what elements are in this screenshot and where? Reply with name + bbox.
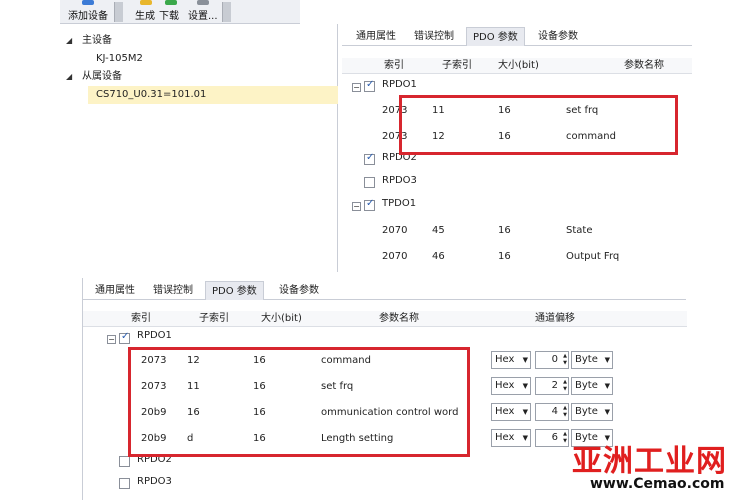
type-select[interactable]: Hex ▼ (491, 377, 531, 395)
spin-arrows-icon[interactable]: ▲ ▼ (563, 431, 567, 445)
expand-triangle-icon[interactable]: ◢ (66, 32, 76, 50)
add-device-icon (82, 0, 94, 5)
tree-node-master-child[interactable]: KJ-105M2 (96, 50, 143, 68)
chevron-down-icon: ▼ (522, 434, 528, 442)
chevron-down-icon: ▼ (604, 408, 610, 416)
gear-icon (197, 0, 209, 5)
row-size: 16 (498, 251, 511, 262)
row-name: State (566, 225, 593, 236)
spin-arrows-icon[interactable]: ▲ ▼ (563, 353, 567, 367)
collapse-icon[interactable]: − (107, 335, 116, 344)
tree-node-label: KJ-105M2 (96, 53, 143, 64)
group-label-tpdo1: TPDO1 (382, 198, 417, 209)
select-value: Hex (495, 432, 515, 443)
select-value: Hex (495, 380, 515, 391)
expand-triangle-icon[interactable]: ◢ (66, 68, 76, 86)
type-select[interactable]: Hex ▼ (491, 351, 531, 369)
select-value: Byte (575, 406, 598, 417)
offset-stepper[interactable]: 6 ▲ ▼ (535, 429, 569, 447)
stepper-value: 0 (551, 354, 558, 365)
row-index: 2070 (382, 251, 408, 262)
download-icon (165, 0, 177, 5)
rpdo2-checkbox[interactable] (364, 152, 375, 165)
tab-device-params[interactable]: 设备参数 (273, 281, 325, 300)
group-label-rpdo3: RPDO3 (137, 476, 172, 487)
col-index: 索引 (384, 60, 404, 71)
rpdo3-checkbox[interactable] (119, 478, 130, 489)
generate-button[interactable]: 生成 (135, 7, 155, 22)
row-name: Output Frq (566, 251, 620, 262)
settings-button[interactable]: 设置... (188, 7, 218, 22)
download-button[interactable]: 下载 (159, 7, 179, 22)
highlight-box-bottom (128, 347, 470, 457)
col-param-name: 参数名称 (379, 313, 419, 324)
row-size: 16 (498, 225, 511, 236)
col-subindex: 子索引 (199, 313, 229, 324)
watermark-url: www.Cemao.com (590, 476, 725, 492)
tab-strip: 通用属性 错误控制 PDO 参数 设备参数 (342, 24, 692, 46)
col-param-name: 参数名称 (624, 60, 664, 71)
col-size: 大小(bit) (498, 60, 539, 71)
select-value: Hex (495, 354, 515, 365)
tree-node-label: 主设备 (82, 35, 112, 46)
row-subindex: 46 (432, 251, 445, 262)
offset-stepper[interactable]: 4 ▲ ▼ (535, 403, 569, 421)
tree-node-label: 从属设备 (82, 71, 122, 82)
watermark-brand: 亚洲工业网 (572, 444, 727, 479)
rpdo2-checkbox[interactable] (119, 456, 130, 467)
type-select[interactable]: Hex ▼ (491, 403, 531, 421)
toolbar: 添加设备 生成 下载 设置... (60, 0, 300, 24)
tab-general[interactable]: 通用属性 (89, 281, 141, 300)
chevron-down-icon: ▼ (604, 356, 610, 364)
spin-arrows-icon[interactable]: ▲ ▼ (563, 405, 567, 419)
highlight-box-top (399, 95, 678, 155)
col-subindex: 子索引 (442, 60, 472, 71)
select-value: Byte (575, 354, 598, 365)
tab-device-params[interactable]: 设备参数 (532, 27, 584, 46)
tab-pdo[interactable]: PDO 参数 (205, 281, 264, 300)
chevron-down-icon: ▼ (522, 382, 528, 390)
stepper-value: 4 (551, 406, 558, 417)
chevron-down-icon: ▼ (522, 408, 528, 416)
rpdo3-checkbox[interactable] (364, 177, 375, 188)
tab-strip: 通用属性 错误控制 PDO 参数 设备参数 (83, 278, 686, 300)
stepper-value: 6 (551, 432, 558, 443)
offset-stepper[interactable]: 0 ▲ ▼ (535, 351, 569, 369)
toolbar-dropdown[interactable] (114, 2, 123, 22)
spin-arrows-icon[interactable]: ▲ ▼ (563, 379, 567, 393)
rpdo1-checkbox[interactable] (119, 331, 130, 344)
col-size: 大小(bit) (261, 313, 302, 324)
col-index: 索引 (131, 313, 151, 324)
group-label-rpdo3: RPDO3 (382, 175, 417, 186)
tree-node-label: CS710_U0.31=101.01 (96, 89, 207, 100)
select-value: Byte (575, 380, 598, 391)
group-label-rpdo1: RPDO1 (137, 330, 172, 341)
row-index: 2070 (382, 225, 408, 236)
tab-general[interactable]: 通用属性 (350, 27, 402, 46)
generate-icon (140, 0, 152, 5)
add-device-button[interactable]: 添加设备 (68, 7, 108, 22)
unit-select[interactable]: Byte ▼ (571, 351, 613, 369)
chevron-down-icon: ▼ (522, 356, 528, 364)
tpdo1-checkbox[interactable] (364, 198, 375, 211)
select-value: Hex (495, 406, 515, 417)
device-tree: ◢ 主设备 KJ-105M2 ◢ 从属设备 CS710_U0.31=101.01 (60, 24, 338, 272)
rpdo1-checkbox[interactable] (364, 79, 375, 92)
tab-error-control[interactable]: 错误控制 (408, 27, 460, 46)
chevron-down-icon: ▼ (604, 382, 610, 390)
unit-select[interactable]: Byte ▼ (571, 403, 613, 421)
tab-pdo[interactable]: PDO 参数 (466, 27, 525, 46)
collapse-icon[interactable]: − (352, 202, 361, 211)
stepper-value: 2 (551, 380, 558, 391)
offset-stepper[interactable]: 2 ▲ ▼ (535, 377, 569, 395)
col-channel-offset: 通道偏移 (535, 313, 575, 324)
tree-node-slave-child[interactable]: CS710_U0.31=101.01 (88, 86, 338, 104)
settings-dropdown[interactable] (222, 2, 231, 22)
row-subindex: 45 (432, 225, 445, 236)
unit-select[interactable]: Byte ▼ (571, 377, 613, 395)
type-select[interactable]: Hex ▼ (491, 429, 531, 447)
collapse-icon[interactable]: − (352, 83, 361, 92)
tab-error-control[interactable]: 错误控制 (147, 281, 199, 300)
group-label-rpdo1: RPDO1 (382, 79, 417, 90)
